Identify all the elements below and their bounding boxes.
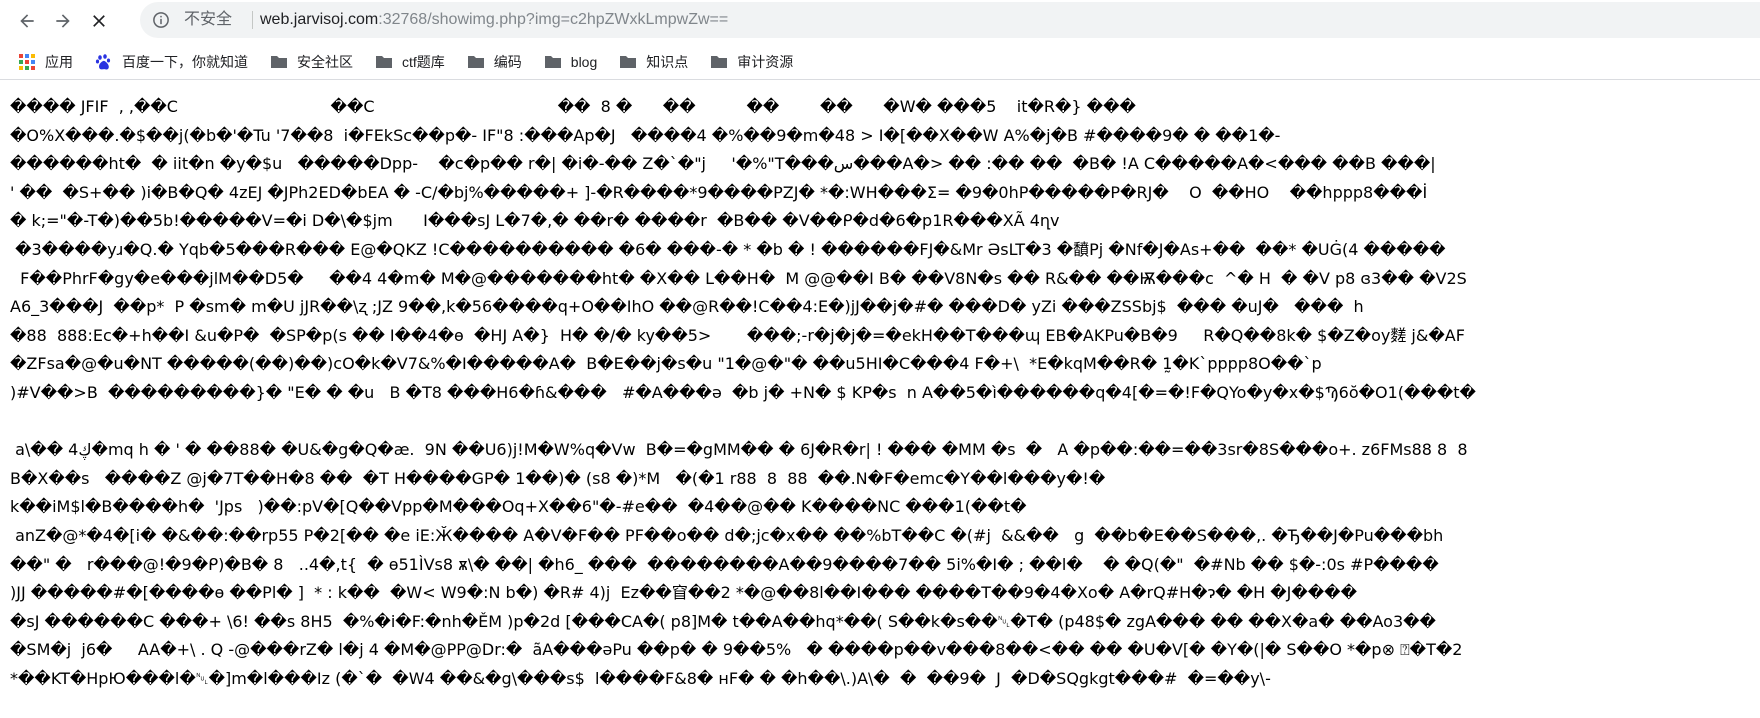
binary-text-line: �SM�j j6� AA�+\ . Q -@���rZ� l�j 4 �M�@P… xyxy=(10,640,1463,660)
binary-text-line: �88 888:Ec�+h��I &u�P� �SP�p(s �� I��4�ө… xyxy=(10,325,1465,345)
folder-icon xyxy=(376,55,392,68)
binary-text-line: �sJ ������C ���+ \6! ��s 8H5 �%�i�F:�nh�… xyxy=(10,611,1436,631)
binary-text-line: B�X��s ����Z @j�7T��H�8 �� �T H����GP� 1… xyxy=(10,468,1106,488)
stop-loading-button[interactable] xyxy=(86,8,112,34)
bookmark-label: blog xyxy=(570,53,598,70)
browser-toolbar: 不安全 web.jarvisoj.com:32768/showimg.php?i… xyxy=(0,0,1760,42)
back-button[interactable] xyxy=(14,8,40,34)
binary-text-line: � k;="�-T�)��5b!�����V=�i D�\�$jm I���sJ… xyxy=(10,211,1060,231)
bookmark-folder-ctf[interactable]: ctf题库 xyxy=(375,48,445,76)
url-divider xyxy=(252,11,253,29)
bookmark-label: 知识点 xyxy=(646,53,689,70)
bookmark-folder-blog[interactable]: blog xyxy=(544,48,597,76)
bookmark-label: 百度一下，你就知道 xyxy=(122,53,248,70)
bookmark-folder-encoding[interactable]: 编码 xyxy=(467,48,522,76)
bookmark-label: 应用 xyxy=(45,53,73,70)
raw-binary-text: ���� JFIF , ,��C ��C �� 8 � �� �� �� �W�… xyxy=(10,93,1476,693)
apps-grid-icon xyxy=(19,53,35,70)
bookmark-label: 编码 xyxy=(493,53,522,70)
binary-text-line: )#V��>B ���������}� "E� � �u B �T8 ���H6… xyxy=(10,382,1476,402)
folder-icon xyxy=(467,55,484,68)
folder-icon xyxy=(544,55,561,68)
security-label[interactable]: 不安全 xyxy=(184,11,232,29)
binary-text-line: anZ�@*�4�[i� �&��:��rp55 P�2[�� �e iE:Ӂ�… xyxy=(10,525,1444,545)
bookmark-label: 安全社区 xyxy=(297,53,353,70)
binary-text-line: �O%X���.�$��j(�b�'�Tu '7��8 i�FEkSc��p�-… xyxy=(10,125,1281,145)
bookmark-label: 审计资源 xyxy=(737,53,794,70)
binary-text-line: ���� JFIF , ,��C ��C �� 8 � �� �� �� �W�… xyxy=(10,97,1136,116)
binary-text-line: a\�� 4ڮ�mq h � ' � ��88� �U&�g�Q�æ. 9N �… xyxy=(10,440,1468,460)
bookmark-label: ctf题库 xyxy=(402,53,445,70)
binary-text-line: A6_3���J ��p* P �sm� m�U jJR��\ʐ ;JZ 9��… xyxy=(10,297,1364,317)
address-bar[interactable]: 不安全 web.jarvisoj.com:32768/showimg.php?i… xyxy=(140,2,1760,38)
url-host: web.jarvisoj.com xyxy=(260,11,379,28)
binary-text-line: k��iM$l�B����h� 'Jps )��:pV�[Q��Vpp�M���… xyxy=(10,497,1027,517)
forward-button[interactable] xyxy=(50,8,76,34)
arrow-left-icon xyxy=(20,14,34,28)
url-path: :32768/showimg.php?img=c2hpZWxkLmpwZw== xyxy=(378,11,729,28)
folder-icon xyxy=(271,55,287,68)
close-icon xyxy=(93,15,105,27)
page-content: ���� JFIF , ,��C ��C �� 8 � �� �� �� �W�… xyxy=(0,81,1760,718)
folder-icon xyxy=(620,55,637,68)
binary-text-line: ��" � r���@!�9�ᑭ)�B� 8 ..4�,t{ � ɵ51ÌVs8… xyxy=(10,554,1439,574)
binary-text-line: ' �� �S+�� )i�B�Q� 4zEJ �JPh2ED�bEA � -C… xyxy=(10,182,1428,202)
binary-text-line: �3����yɹ�Q.� Yqb�5���R��� E@�QKZ !C�����… xyxy=(10,239,1446,259)
baidu-paw-icon xyxy=(95,53,111,70)
info-circle-icon[interactable] xyxy=(152,11,170,29)
folder-icon xyxy=(711,55,728,68)
binary-text-line: �ZFsa�@�u�NT �����(��)��)cO�k�V7&%�I����… xyxy=(10,354,1322,374)
bookmark-folder-audit[interactable]: 审计资源 xyxy=(710,48,793,76)
bookmarks-bar: 应用 百度一下，你就知道 安全社区 ctf题库 编码 blog 知识点 审计资源 xyxy=(0,44,1760,80)
bookmark-folder-knowledge[interactable]: 知识点 xyxy=(619,48,688,76)
binary-text-line: )JJ �����#�[����ɵ ��Pl� ] * : k�� �W< W9… xyxy=(10,583,1357,603)
bookmark-folder-security-community[interactable]: 安全社区 xyxy=(270,48,353,76)
binary-text-line: ������ht� � iit�n �y�$u �����Dpp- �c�p��… xyxy=(10,154,1436,174)
binary-text-line xyxy=(10,408,1476,437)
bookmark-apps[interactable]: 应用 xyxy=(18,48,73,76)
arrow-right-icon xyxy=(56,14,70,28)
binary-text-line: *��KT�HpЮ���l�␀�]m�l���Iz (�`� �W4 ��&�g… xyxy=(10,668,1271,688)
url-text[interactable]: web.jarvisoj.com:32768/showimg.php?img=c… xyxy=(260,11,728,29)
binary-text-line: F��PhrF�gy�e���jlM��D5� ��4 4�m� M�@����… xyxy=(10,268,1467,288)
bookmark-baidu[interactable]: 百度一下，你就知道 xyxy=(95,48,248,76)
